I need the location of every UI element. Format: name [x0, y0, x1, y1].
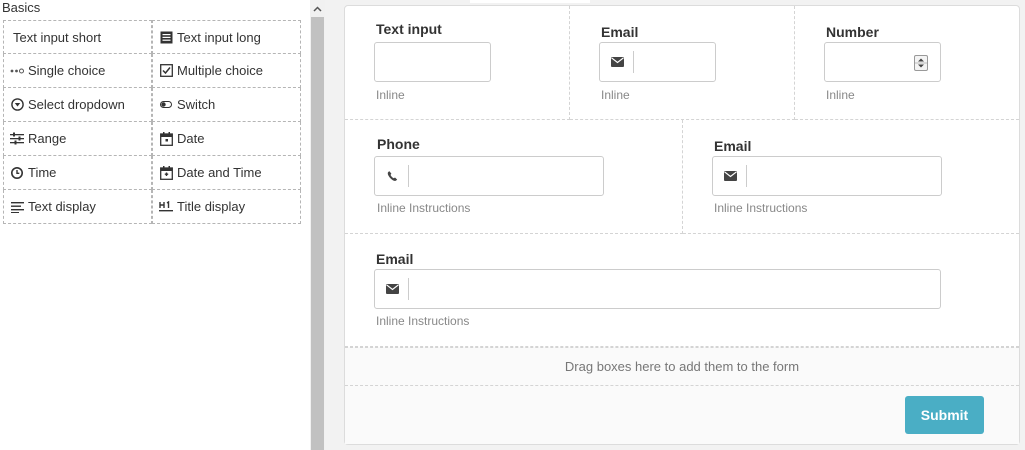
field-label: Email — [601, 24, 639, 40]
field-label: Text input — [376, 21, 442, 37]
form-cell-email[interactable]: Email Inline — [570, 6, 795, 120]
palette-title: Basics — [2, 0, 41, 15]
number-spinner[interactable] — [914, 55, 928, 71]
sliders-icon — [10, 132, 24, 146]
palette-item-date-and-time[interactable]: Date and Time — [152, 156, 301, 190]
palette-item-single-choice[interactable]: Single choice — [3, 54, 152, 88]
drop-zone-text: Drag boxes here to add them to the form — [564, 359, 800, 374]
envelope-icon — [375, 270, 409, 308]
scroll-up-button[interactable] — [310, 0, 325, 16]
field-help: Inline Instructions — [377, 201, 471, 215]
text-long-icon — [159, 30, 173, 44]
palette-item-label: Switch — [177, 97, 216, 112]
palette-item-label: Date — [177, 131, 205, 146]
palette-item-label: Title display — [177, 199, 246, 214]
palette-item-label: Text input short — [13, 29, 102, 45]
field-help: Inline Instructions — [376, 314, 470, 328]
palette-item-label: Text display — [28, 199, 96, 214]
field-label: Phone — [377, 136, 420, 152]
component-palette: Basics Text input short Text input long … — [0, 0, 310, 450]
addon-divider — [408, 278, 409, 300]
calendar-icon — [159, 131, 173, 146]
email-field[interactable] — [374, 269, 941, 309]
radio-dots-icon — [10, 64, 24, 78]
palette-item-range[interactable]: Range — [3, 122, 152, 156]
field-label: Email — [714, 138, 752, 154]
field-help: Inline — [826, 88, 855, 102]
palette-item-label: Time — [28, 165, 57, 180]
number-field[interactable] — [824, 42, 941, 82]
toggle-icon — [159, 98, 173, 112]
palette-item-time[interactable]: Time — [3, 156, 152, 190]
scrollbar-thumb[interactable] — [311, 17, 324, 450]
text-lines-icon — [10, 200, 24, 214]
palette-item-label: Select dropdown — [28, 97, 125, 112]
canvas-tab-strip — [470, 0, 590, 3]
text-input-field[interactable] — [374, 42, 491, 82]
palette-item-date[interactable]: Date — [152, 122, 301, 156]
addon-divider — [633, 51, 634, 73]
drop-zone[interactable]: Drag boxes here to add them to the form — [345, 347, 1019, 386]
palette-grid: Text input short Text input long Single … — [3, 20, 301, 224]
field-label: Number — [826, 24, 879, 40]
clock-icon — [10, 166, 24, 180]
palette-item-title-display[interactable]: Title display — [152, 190, 301, 224]
form-cell-number[interactable]: Number Inline — [795, 6, 1019, 120]
form-cell-email-2[interactable]: Email Inline Instructions — [683, 120, 1019, 234]
palette-item-label: Date and Time — [177, 165, 262, 180]
submit-button[interactable]: Submit — [905, 396, 984, 434]
calendar-clock-icon — [159, 165, 173, 180]
palette-item-multiple-choice[interactable]: Multiple choice — [152, 54, 301, 88]
email-field[interactable] — [712, 156, 942, 196]
envelope-icon — [713, 157, 747, 195]
field-help: Inline — [601, 88, 630, 102]
field-help: Inline Instructions — [714, 201, 808, 215]
form-footer: Submit — [345, 386, 1019, 444]
palette-item-label: Single choice — [28, 63, 106, 78]
field-help: Inline — [376, 88, 405, 102]
palette-item-text-input-short[interactable]: Text input short — [3, 20, 152, 54]
palette-item-text-input-long[interactable]: Text input long — [152, 20, 301, 54]
palette-item-text-display[interactable]: Text display — [3, 190, 152, 224]
form-cell-email-3[interactable]: Email Inline Instructions — [345, 234, 1019, 347]
checkbox-icon — [159, 64, 173, 78]
email-field[interactable] — [599, 42, 716, 82]
palette-item-label: Range — [28, 131, 67, 146]
palette-item-label: Multiple choice — [177, 63, 263, 78]
phone-icon — [375, 157, 409, 195]
addon-divider — [408, 165, 409, 187]
dropdown-circle-icon — [10, 98, 24, 112]
chevron-up-icon — [313, 0, 322, 17]
field-label: Email — [376, 251, 414, 267]
form-card: Text input Inline Email Inline Number In… — [344, 5, 1020, 445]
heading-icon — [159, 200, 173, 214]
form-cell-text-input[interactable]: Text input Inline — [345, 6, 570, 120]
palette-item-switch[interactable]: Switch — [152, 88, 301, 122]
palette-scrollbar[interactable] — [310, 0, 325, 450]
phone-field[interactable] — [374, 156, 604, 196]
palette-item-select-dropdown[interactable]: Select dropdown — [3, 88, 152, 122]
form-cell-phone[interactable]: Phone Inline Instructions — [345, 120, 683, 234]
palette-item-label: Text input long — [177, 29, 261, 45]
addon-divider — [746, 165, 747, 187]
envelope-icon — [600, 43, 634, 81]
